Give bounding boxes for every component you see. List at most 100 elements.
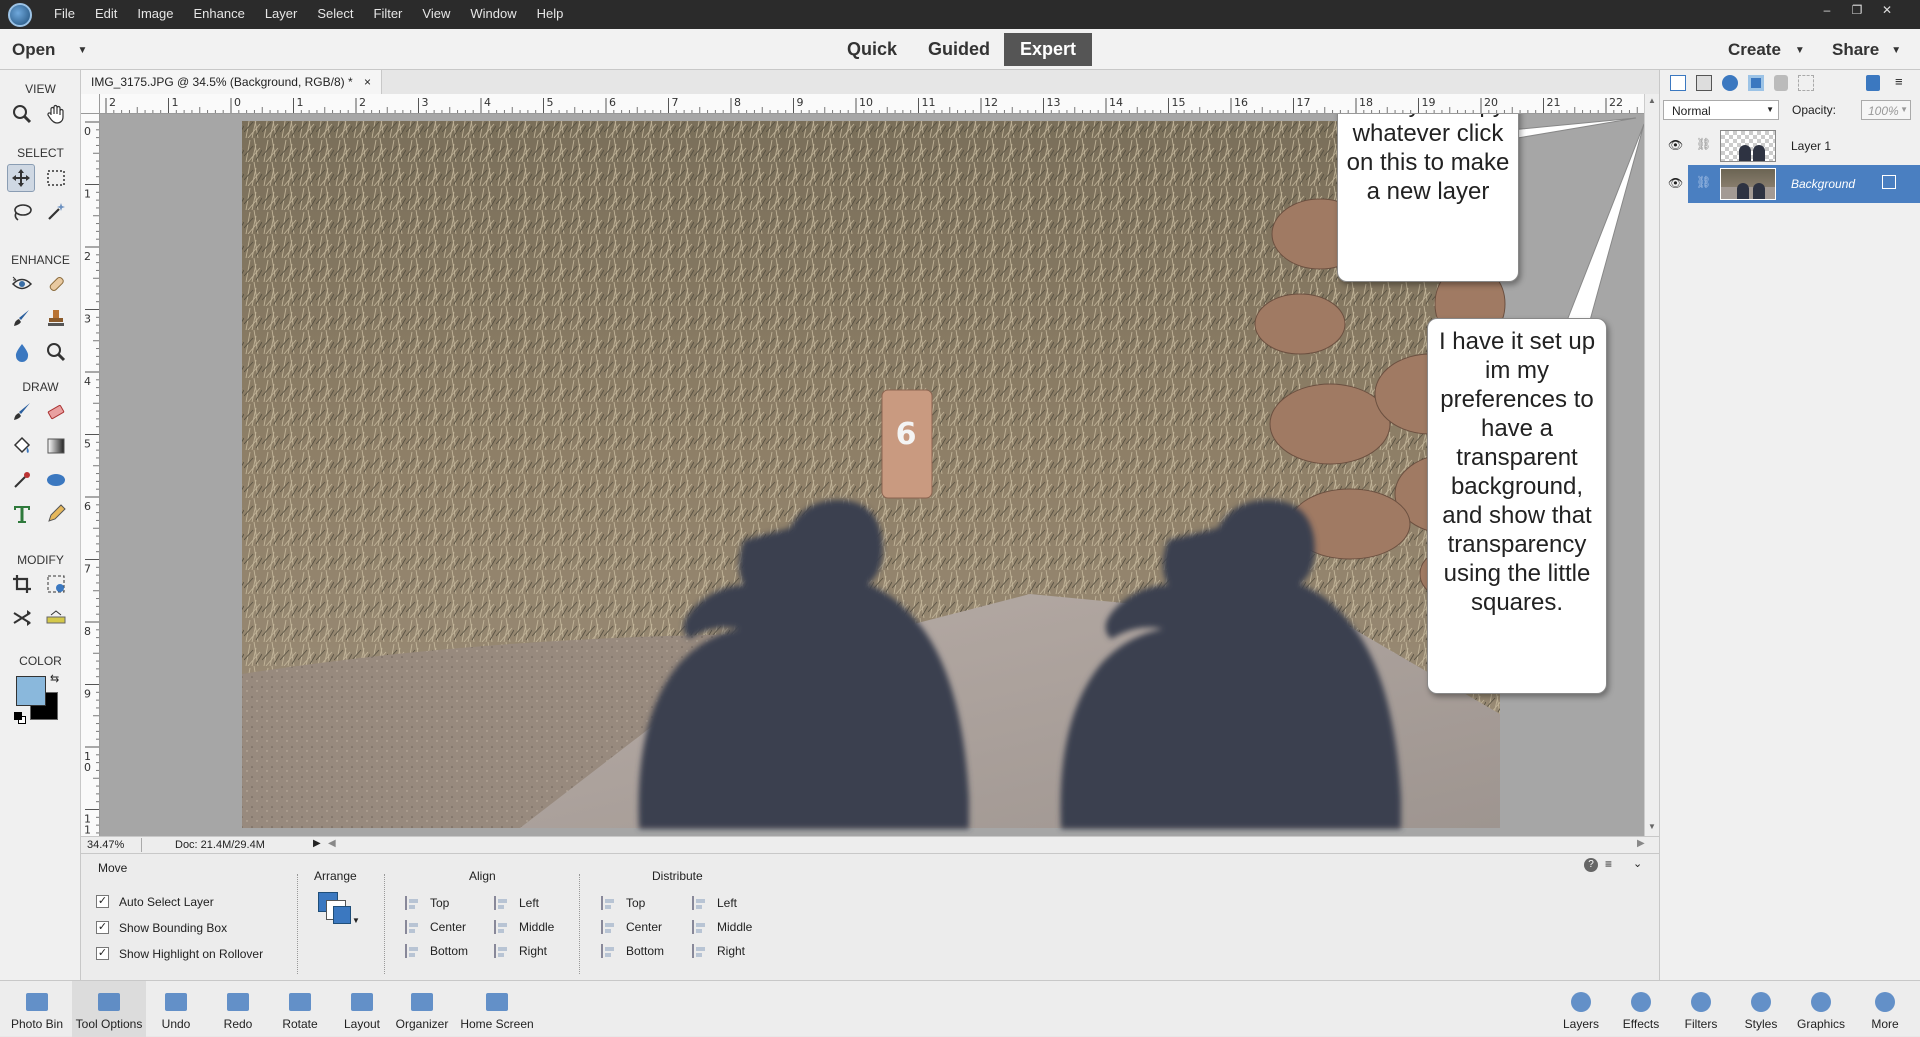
layers-panel-menu-icon[interactable]: ≡ bbox=[1895, 74, 1903, 89]
checkbox-bounding-box-box[interactable]: ✓ bbox=[96, 921, 109, 934]
crop-tool-icon[interactable] bbox=[8, 570, 36, 598]
distribute-icon[interactable] bbox=[691, 919, 707, 935]
layer-lock-icon[interactable] bbox=[1882, 175, 1896, 189]
lock-all-icon[interactable] bbox=[1774, 75, 1788, 91]
scroll-down-icon[interactable]: ▼ bbox=[1648, 822, 1656, 831]
mode-quick[interactable]: Quick bbox=[838, 33, 906, 66]
menu-image[interactable]: Image bbox=[127, 0, 183, 29]
mode-guided[interactable]: Guided bbox=[922, 33, 996, 66]
eraser-tool-icon[interactable] bbox=[42, 398, 70, 426]
bottom-more-button[interactable]: More bbox=[1856, 981, 1914, 1037]
menu-view[interactable]: View bbox=[412, 0, 460, 29]
distribute-icon[interactable] bbox=[600, 943, 616, 959]
hand-tool-icon[interactable] bbox=[42, 100, 70, 128]
menu-enhance[interactable]: Enhance bbox=[184, 0, 255, 29]
clone-stamp-tool-icon[interactable] bbox=[42, 304, 70, 332]
bottom-layers-button[interactable]: Layers bbox=[1552, 981, 1610, 1037]
link-layer-icon[interactable]: ⛓ bbox=[1696, 175, 1711, 189]
checkbox-auto-select-box[interactable]: ✓ bbox=[96, 895, 109, 908]
move-tool-icon[interactable] bbox=[7, 164, 35, 192]
recompose-tool-icon[interactable] bbox=[42, 570, 70, 598]
bottom-tool-options-button[interactable]: Tool Options bbox=[72, 981, 146, 1037]
visibility-eye-icon[interactable]: 👁 bbox=[1668, 138, 1683, 152]
minimize-button[interactable]: – bbox=[1816, 2, 1838, 18]
layer-row-layer1[interactable]: 👁 ⛓ Layer 1 bbox=[1660, 127, 1920, 165]
menu-window[interactable]: Window bbox=[460, 0, 526, 29]
document-tab[interactable]: IMG_3175.JPG @ 34.5% (Background, RGB/8)… bbox=[81, 70, 382, 94]
foreground-color-swatch[interactable] bbox=[16, 676, 46, 706]
zoom-tool-icon[interactable] bbox=[8, 100, 36, 128]
open-dropdown-icon[interactable]: ▼ bbox=[77, 45, 87, 56]
link-layer-icon[interactable]: ⛓ bbox=[1696, 137, 1711, 151]
align-icon[interactable] bbox=[404, 895, 420, 911]
blur-tool-icon[interactable] bbox=[8, 338, 36, 366]
paint-bucket-tool-icon[interactable] bbox=[8, 432, 36, 460]
menu-help[interactable]: Help bbox=[527, 0, 574, 29]
sponge-tool-icon[interactable] bbox=[42, 338, 70, 366]
menu-layer[interactable]: Layer bbox=[255, 0, 308, 29]
menu-edit[interactable]: Edit bbox=[85, 0, 127, 29]
content-aware-move-tool-icon[interactable] bbox=[8, 604, 36, 632]
share-button[interactable]: Share ▼ bbox=[1832, 36, 1901, 64]
lasso-tool-icon[interactable] bbox=[8, 198, 36, 226]
close-window-button[interactable]: ✕ bbox=[1876, 2, 1898, 18]
type-tool-icon[interactable] bbox=[8, 500, 36, 528]
bottom-organizer-button[interactable]: Organizer bbox=[392, 981, 452, 1037]
pencil-tool-icon[interactable] bbox=[42, 500, 70, 528]
default-colors-icon[interactable] bbox=[14, 712, 26, 724]
close-tab-icon[interactable]: × bbox=[364, 75, 371, 89]
menu-file[interactable]: File bbox=[44, 0, 85, 29]
bottom-filters-button[interactable]: Filters bbox=[1672, 981, 1730, 1037]
distribute-icon[interactable] bbox=[691, 895, 707, 911]
open-button[interactable]: Open ▼ bbox=[12, 36, 87, 64]
magic-wand-tool-icon[interactable] bbox=[42, 198, 70, 226]
distribute-icon[interactable] bbox=[691, 943, 707, 959]
distribute-icon[interactable] bbox=[600, 919, 616, 935]
scroll-up-icon[interactable]: ▲ bbox=[1648, 96, 1656, 105]
mode-expert[interactable]: Expert bbox=[1004, 33, 1092, 66]
bottom-redo-button[interactable]: Redo bbox=[208, 981, 268, 1037]
collapse-options-icon[interactable]: ⌄ bbox=[1633, 857, 1642, 870]
eyedropper-tool-icon[interactable] bbox=[8, 466, 36, 494]
arrange-dropdown[interactable]: ▼ bbox=[318, 892, 360, 932]
align-icon[interactable] bbox=[493, 919, 509, 935]
bottom-styles-button[interactable]: Styles bbox=[1732, 981, 1790, 1037]
align-icon[interactable] bbox=[404, 943, 420, 959]
restore-button[interactable]: ❐ bbox=[1846, 2, 1868, 18]
adjustment-layer-icon[interactable] bbox=[1722, 75, 1738, 91]
brush-tool-icon[interactable] bbox=[8, 398, 36, 426]
red-eye-tool-icon[interactable] bbox=[8, 270, 36, 298]
align-icon[interactable] bbox=[404, 919, 420, 935]
ellipse-shape-tool-icon[interactable] bbox=[42, 466, 70, 494]
layer-row-background[interactable]: 👁 ⛓ Background bbox=[1660, 165, 1920, 203]
bottom-effects-button[interactable]: Effects bbox=[1612, 981, 1670, 1037]
bottom-graphics-button[interactable]: Graphics bbox=[1792, 981, 1850, 1037]
visibility-eye-icon[interactable]: 👁 bbox=[1668, 176, 1683, 190]
create-button[interactable]: Create ▼ bbox=[1728, 36, 1805, 64]
marquee-tool-icon[interactable] bbox=[42, 164, 70, 192]
options-menu-icon[interactable]: ≡ bbox=[1605, 857, 1612, 871]
new-group-icon[interactable] bbox=[1696, 75, 1712, 91]
smart-brush-tool-icon[interactable] bbox=[8, 304, 36, 332]
canvas-area[interactable]: 6 After you copy whatever click on this … bbox=[100, 114, 1644, 836]
bottom-undo-button[interactable]: Undo bbox=[146, 981, 206, 1037]
vertical-scrollbar[interactable]: ▲ ▼ bbox=[1644, 94, 1659, 836]
bottom-layout-button[interactable]: Layout bbox=[332, 981, 392, 1037]
bottom-rotate-button[interactable]: Rotate bbox=[268, 981, 332, 1037]
bottom-home-screen-button[interactable]: Home Screen bbox=[452, 981, 542, 1037]
gradient-tool-icon[interactable] bbox=[42, 432, 70, 460]
healing-brush-tool-icon[interactable] bbox=[42, 270, 70, 298]
help-icon[interactable]: ? bbox=[1584, 858, 1598, 872]
delete-layer-icon[interactable] bbox=[1866, 75, 1880, 91]
align-icon[interactable] bbox=[493, 943, 509, 959]
new-layer-icon[interactable] bbox=[1670, 75, 1686, 91]
bottom-photo-bin-button[interactable]: Photo Bin bbox=[2, 981, 72, 1037]
scroll-right-icon[interactable]: ▶ bbox=[1637, 838, 1645, 849]
menu-select[interactable]: Select bbox=[307, 0, 363, 29]
checkbox-highlight-rollover-box[interactable]: ✓ bbox=[96, 947, 109, 960]
zoom-readout[interactable]: 34.47% bbox=[87, 839, 124, 851]
opacity-field[interactable]: 100% ▼ bbox=[1861, 100, 1911, 120]
layer-mask-icon[interactable] bbox=[1748, 75, 1764, 91]
align-icon[interactable] bbox=[493, 895, 509, 911]
straighten-tool-icon[interactable] bbox=[42, 604, 70, 632]
